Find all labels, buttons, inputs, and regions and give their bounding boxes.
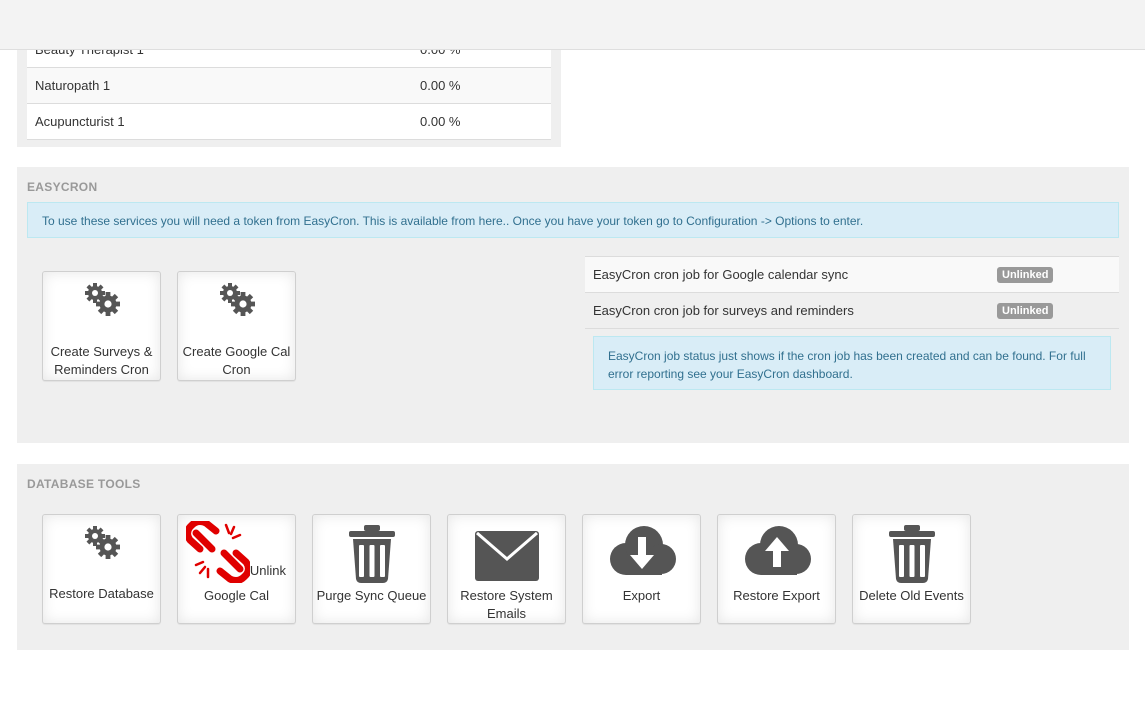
unlink-google-cal-button[interactable]: Unlink Google Cal bbox=[177, 514, 296, 624]
top-header-bar bbox=[0, 0, 1145, 50]
staff-value: 0.00 % bbox=[420, 78, 461, 93]
easycron-title: EASYCRON bbox=[27, 180, 98, 194]
tile-label: Export bbox=[622, 588, 661, 603]
staff-name: Acupuncturist 1 bbox=[35, 114, 125, 129]
envelope-icon bbox=[448, 529, 565, 583]
delete-old-events-button[interactable]: Delete Old Events bbox=[852, 514, 971, 624]
tile-label: Create Google Cal Cron bbox=[182, 344, 291, 377]
easycron-info-alert: To use these services you will need a to… bbox=[27, 202, 1119, 238]
tile-label: Google Cal bbox=[203, 588, 270, 603]
unlink-label: Unlink bbox=[249, 563, 286, 578]
gears-icon bbox=[43, 280, 160, 316]
tile-label: Delete Old Events bbox=[859, 588, 964, 603]
create-google-cal-cron-button[interactable]: Create Google Cal Cron bbox=[177, 271, 296, 381]
easycron-panel: EASYCRON To use these services you will … bbox=[17, 167, 1129, 443]
status-badge: Unlinked bbox=[997, 302, 1054, 319]
status-badge: Unlinked bbox=[997, 266, 1054, 283]
restore-export-button[interactable]: Restore Export bbox=[717, 514, 836, 624]
export-button[interactable]: Export bbox=[582, 514, 701, 624]
purge-sync-queue-button[interactable]: Purge Sync Queue bbox=[312, 514, 431, 624]
gears-icon bbox=[178, 280, 295, 316]
cron-jobs-table: EasyCron cron job for Google calendar sy… bbox=[585, 256, 1119, 329]
gears-icon bbox=[43, 523, 160, 559]
trash-icon bbox=[313, 523, 430, 583]
tile-label: Restore Export bbox=[733, 588, 820, 603]
cloud-download-icon bbox=[583, 525, 700, 577]
table-row: Acupuncturist 1 0.00 % bbox=[27, 103, 551, 140]
table-row: Naturopath 1 0.00 % bbox=[27, 67, 551, 103]
database-tools-panel: DATABASE TOOLS Restore Database Unlink G… bbox=[17, 464, 1129, 650]
create-surveys-reminders-cron-button[interactable]: Create Surveys & Reminders Cron bbox=[42, 271, 161, 381]
easycron-status-note: EasyCron job status just shows if the cr… bbox=[593, 336, 1111, 390]
tile-label: Create Surveys & Reminders Cron bbox=[50, 344, 153, 377]
staff-name: Naturopath 1 bbox=[35, 78, 111, 93]
trash-icon bbox=[853, 523, 970, 583]
tile-label: Purge Sync Queue bbox=[316, 588, 427, 603]
table-row: EasyCron cron job for surveys and remind… bbox=[585, 292, 1119, 329]
tile-label: Restore System Emails bbox=[460, 588, 553, 621]
tile-label: Restore Database bbox=[49, 586, 154, 601]
cron-job-name: EasyCron cron job for surveys and remind… bbox=[593, 303, 854, 318]
cron-job-name: EasyCron cron job for Google calendar sy… bbox=[593, 267, 849, 282]
cloud-upload-icon bbox=[718, 525, 835, 577]
table-row: EasyCron cron job for Google calendar sy… bbox=[585, 256, 1119, 292]
restore-system-emails-button[interactable]: Restore System Emails bbox=[447, 514, 566, 624]
restore-database-button[interactable]: Restore Database bbox=[42, 514, 161, 624]
database-tools-title: DATABASE TOOLS bbox=[27, 477, 141, 491]
staff-value: 0.00 % bbox=[420, 114, 461, 129]
